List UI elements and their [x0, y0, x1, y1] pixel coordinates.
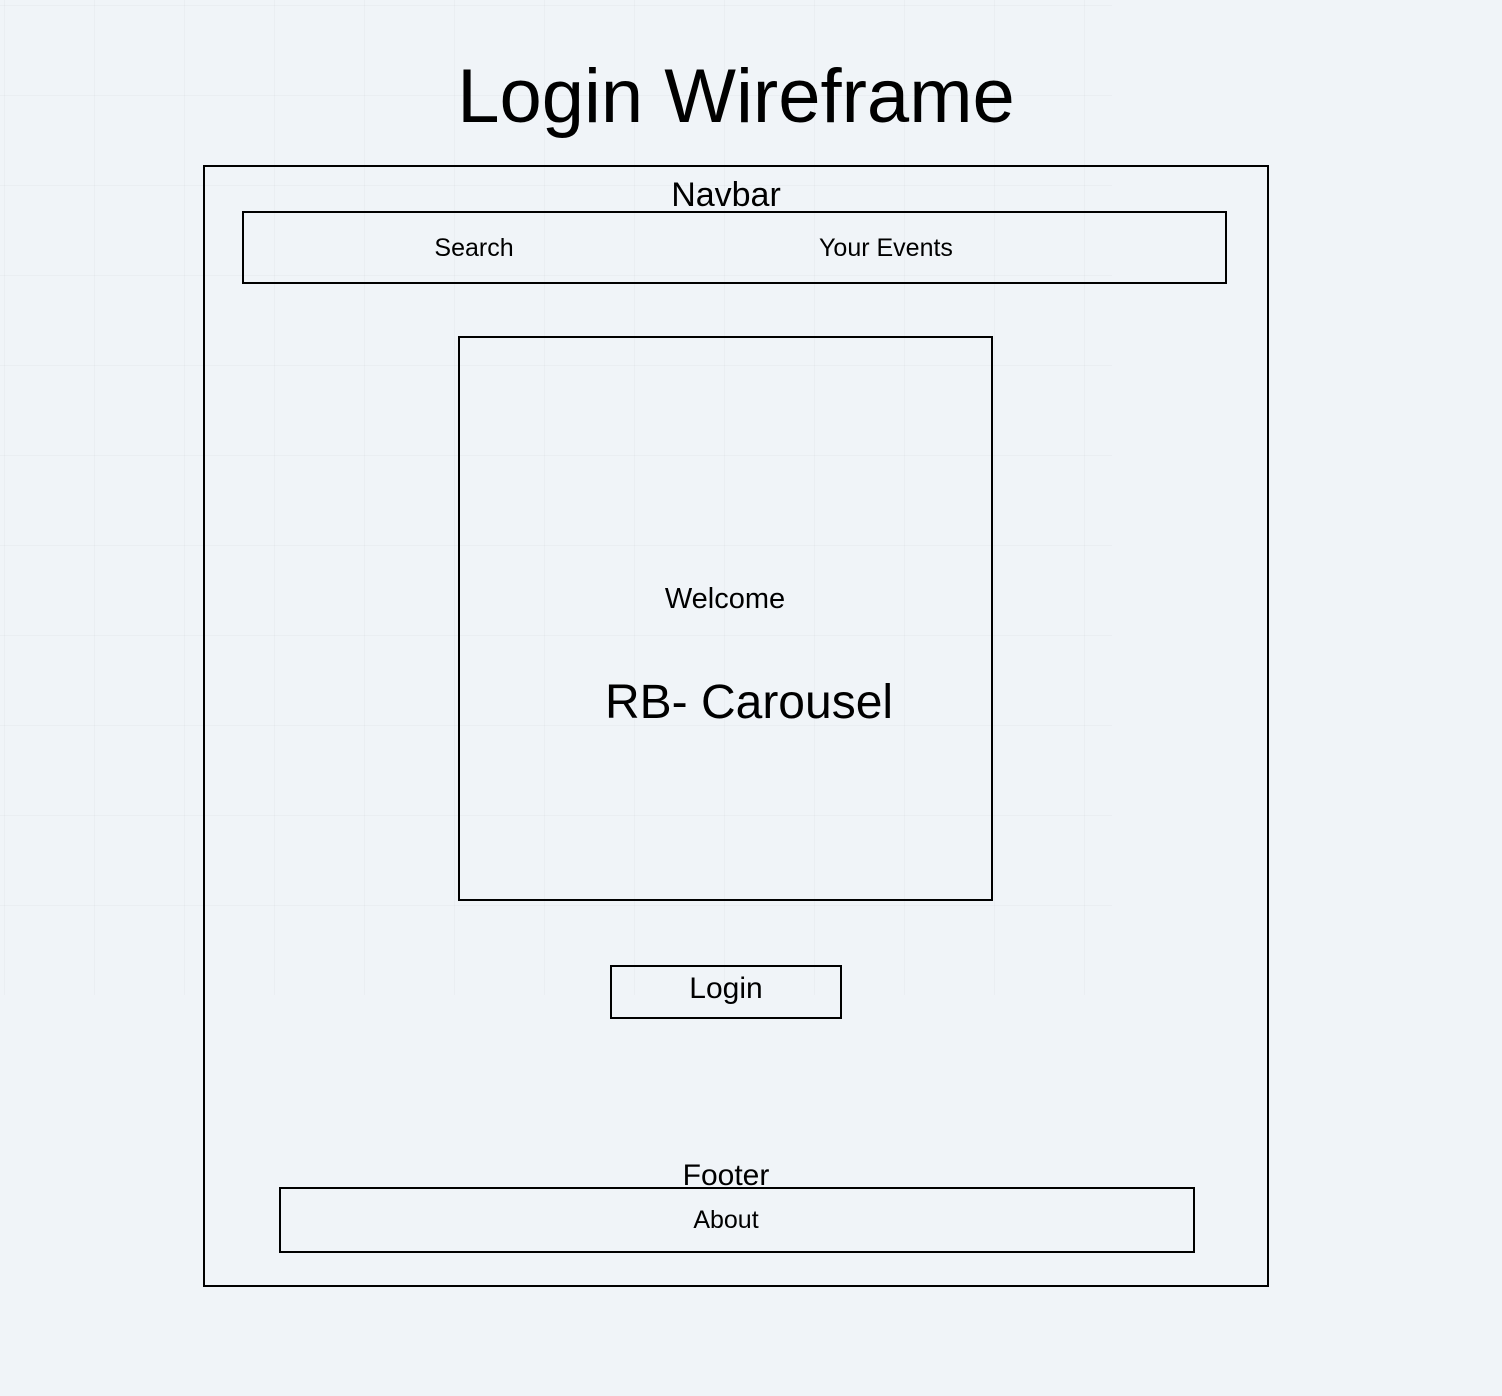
carousel[interactable] [458, 336, 993, 901]
welcome-text: Welcome [664, 583, 786, 615]
footer-item-about[interactable]: About [626, 1204, 826, 1236]
login-button[interactable]: Login [610, 965, 842, 1019]
carousel-label: RB- Carousel [604, 676, 894, 729]
login-button-label: Login [689, 972, 763, 1005]
navbar-label: Navbar [671, 176, 781, 214]
nav-item-your-events[interactable]: Your Events [766, 232, 1006, 264]
nav-item-search[interactable]: Search [374, 232, 574, 264]
page-title: Login Wireframe [457, 54, 1015, 139]
